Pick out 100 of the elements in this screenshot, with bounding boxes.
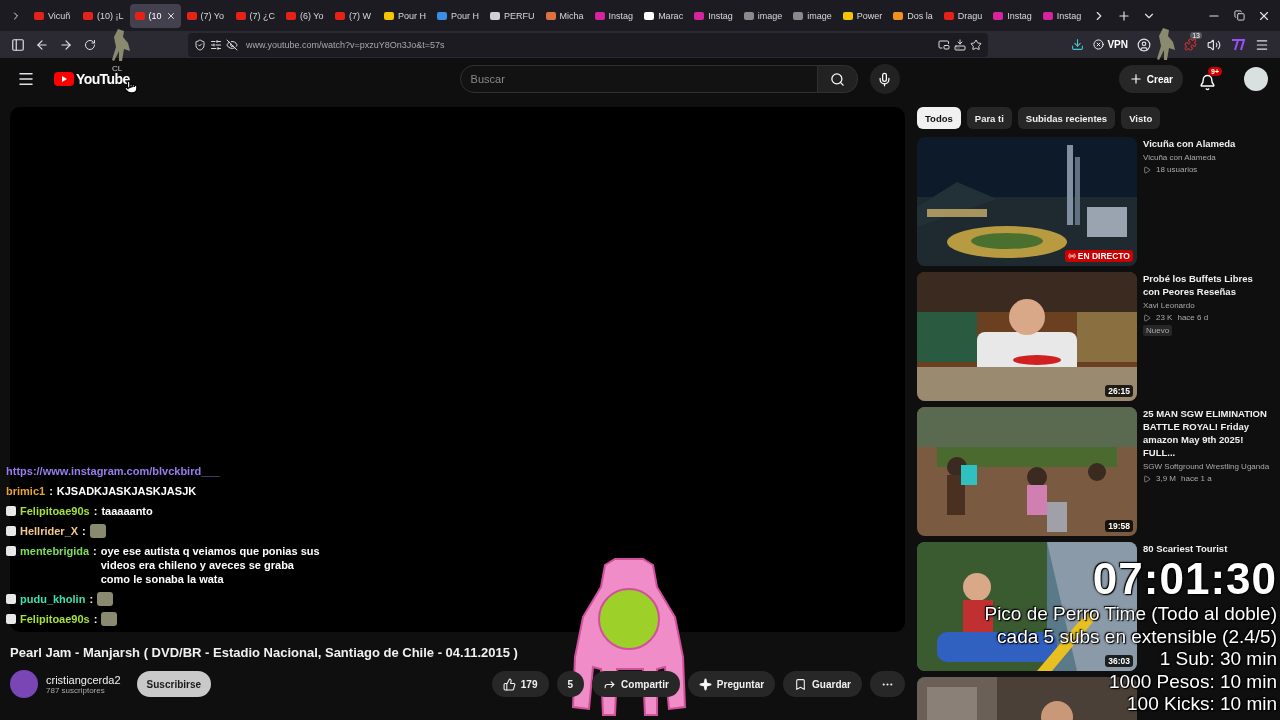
browser-tab[interactable]: Pour H bbox=[432, 3, 485, 28]
emote-icon bbox=[89, 524, 106, 538]
chat-separator: : bbox=[49, 484, 53, 498]
eye-off-icon bbox=[226, 38, 238, 51]
search-field[interactable]: Buscar bbox=[459, 65, 818, 93]
channel-name[interactable]: Vicuña con Alameda bbox=[1143, 153, 1270, 162]
chat-username: mentebrigida bbox=[20, 544, 90, 558]
close-icon[interactable] bbox=[165, 10, 176, 21]
channel-name[interactable]: cristiangcerda2 bbox=[46, 673, 121, 686]
chat-message: taaaaanto bbox=[101, 504, 153, 518]
browser-tab[interactable]: (7) ¿C bbox=[230, 3, 281, 28]
overlay-text: 1000 Pesos: 10 min bbox=[1109, 670, 1277, 693]
plus-icon bbox=[1128, 72, 1143, 86]
avatar[interactable] bbox=[1244, 67, 1268, 91]
chat-message: oye ese autista q veiamos que ponias sus videos era chileno y aveces se graba como le sonaba la wata bbox=[100, 544, 321, 586]
browser-tab[interactable]: Micha bbox=[540, 3, 589, 28]
video-title[interactable]: Probé los Buffets Libres con Peores Reseñas bbox=[1143, 272, 1270, 298]
puzzle-icon bbox=[1183, 38, 1197, 51]
sticker-label: CL bbox=[112, 64, 123, 73]
sliders-icon bbox=[210, 38, 222, 51]
subscriber-count: 787 suscriptores bbox=[46, 685, 105, 695]
video-title: Pearl Jam - Manjarsh ( DVD/BR - Estadio Nacional, Santiago de Chile - 04.11.2015 ) bbox=[10, 645, 519, 660]
url-text: www.youtube.com/watch?v=pxzuY8On3Jo&t=57s bbox=[246, 39, 445, 50]
filter-chip[interactable]: Todos bbox=[917, 107, 961, 129]
like-button[interactable]: 179 bbox=[491, 671, 549, 697]
chat-username: Felipitoae90s bbox=[20, 504, 90, 518]
close-circle-icon bbox=[1093, 39, 1105, 50]
play-icon bbox=[1143, 165, 1151, 174]
browser-tab[interactable]: PERFU bbox=[485, 3, 540, 28]
channel-avatar[interactable] bbox=[10, 670, 38, 698]
browser-tab[interactable]: image bbox=[738, 3, 788, 28]
save-button[interactable]: Guardar bbox=[783, 671, 862, 697]
browser-tab[interactable]: (6) Yo bbox=[281, 3, 330, 28]
vpn-button[interactable]: VPN bbox=[1089, 39, 1132, 50]
view-count: 3,9 M bbox=[1156, 474, 1176, 483]
browser-tab[interactable]: Dragu bbox=[938, 3, 988, 28]
chat-separator: : bbox=[82, 524, 86, 538]
browser-tab[interactable]: Dos la bbox=[888, 3, 938, 28]
mic-button[interactable] bbox=[869, 64, 900, 94]
overlay-text: 1 Sub: 30 min bbox=[1159, 648, 1277, 671]
download-icon[interactable] bbox=[954, 38, 966, 51]
chat-separator: : bbox=[93, 544, 97, 558]
chat-separator: : bbox=[89, 592, 94, 606]
sparkle-icon bbox=[698, 677, 712, 691]
channel-name[interactable]: Xavi Leonardo bbox=[1143, 301, 1270, 310]
search-icon bbox=[829, 71, 845, 87]
browser-tab[interactable]: (7) W bbox=[330, 3, 379, 28]
chat-message: KJSADKJASKJASKJASJK bbox=[56, 484, 197, 498]
picture-in-picture-icon[interactable] bbox=[938, 38, 950, 51]
video-title[interactable]: Vicuña con Alameda bbox=[1143, 137, 1270, 150]
view-count: 18 usuarios bbox=[1156, 165, 1198, 174]
video-title[interactable]: 25 MAN SGW ELIMINATION BATTLE ROYAL! Friday amazon May 9th 2025! FULL... bbox=[1143, 407, 1270, 459]
subscribe-button[interactable]: Suscribirse bbox=[136, 671, 212, 697]
duration-label: 36:03 bbox=[1105, 655, 1133, 667]
play-icon bbox=[1143, 313, 1151, 322]
create-button[interactable]: Crear bbox=[1118, 65, 1183, 93]
youtube-logo[interactable]: YouTube bbox=[54, 71, 130, 87]
shield-icon bbox=[194, 38, 206, 51]
mic-icon bbox=[877, 71, 893, 87]
browser-tab[interactable]: Power bbox=[837, 3, 888, 28]
browser-tab[interactable]: Pour H bbox=[379, 3, 432, 28]
upload-age: hace 1 a bbox=[1181, 474, 1212, 483]
dislike-button[interactable]: 5 bbox=[556, 671, 585, 697]
chat-username: Hellrider_X bbox=[20, 524, 79, 538]
duration-label: 26:15 bbox=[1105, 385, 1133, 397]
upload-age: hace 6 d bbox=[1177, 313, 1209, 322]
browser-tab[interactable]: (7) Yo bbox=[181, 3, 230, 28]
channel-name[interactable]: SGW Softground Wrestling Uganda bbox=[1143, 462, 1270, 471]
share-button[interactable]: Compartir bbox=[592, 671, 680, 697]
browser-tab[interactable]: Vicuñ bbox=[29, 3, 77, 28]
emote-icon bbox=[97, 592, 114, 606]
chat-link[interactable]: https://www.instagram.com/blvckbird___ bbox=[6, 464, 220, 478]
overlay-text: 100 Kicks: 10 min bbox=[1127, 693, 1277, 716]
new-badge: Nuevo bbox=[1143, 325, 1173, 336]
emote-icon bbox=[101, 612, 118, 626]
live-badge: EN DIRECTO bbox=[1064, 250, 1133, 262]
search-button[interactable] bbox=[817, 65, 858, 93]
duration-label: 19:58 bbox=[1105, 520, 1133, 532]
browser-tab[interactable]: Marac bbox=[639, 3, 689, 28]
browser-tab[interactable]: image bbox=[788, 3, 837, 28]
video-title[interactable]: 80 Scariest Tourist bbox=[1143, 542, 1270, 555]
ask-button[interactable]: Preguntar bbox=[687, 671, 776, 697]
address-field[interactable]: www.youtube.com/watch?v=pxzuY8On3Jo&t=57s bbox=[188, 32, 988, 57]
chat-separator: : bbox=[93, 612, 98, 626]
view-count: 23 K bbox=[1156, 313, 1173, 322]
play-icon bbox=[1143, 474, 1151, 483]
browser-tab[interactable]: Instag bbox=[589, 3, 639, 28]
bell-icon bbox=[1199, 74, 1216, 91]
browser-tab[interactable]: Instag bbox=[988, 3, 1037, 28]
bookmark-icon bbox=[794, 677, 808, 691]
browser-tab[interactable]: (10) ¡L bbox=[78, 3, 129, 28]
browser-tab[interactable]: Instag bbox=[689, 3, 738, 28]
thumbs-up-icon bbox=[502, 677, 516, 691]
browser-tab[interactable]: Instag bbox=[1037, 3, 1087, 28]
star-icon[interactable] bbox=[970, 38, 982, 51]
browser-tab[interactable]: (10 bbox=[129, 3, 181, 28]
filter-chip[interactable]: Subidas recientes bbox=[1017, 107, 1116, 129]
filter-chip[interactable]: Visto bbox=[1121, 107, 1161, 129]
chat-separator: : bbox=[93, 504, 98, 518]
filter-chip[interactable]: Para ti bbox=[966, 107, 1012, 129]
